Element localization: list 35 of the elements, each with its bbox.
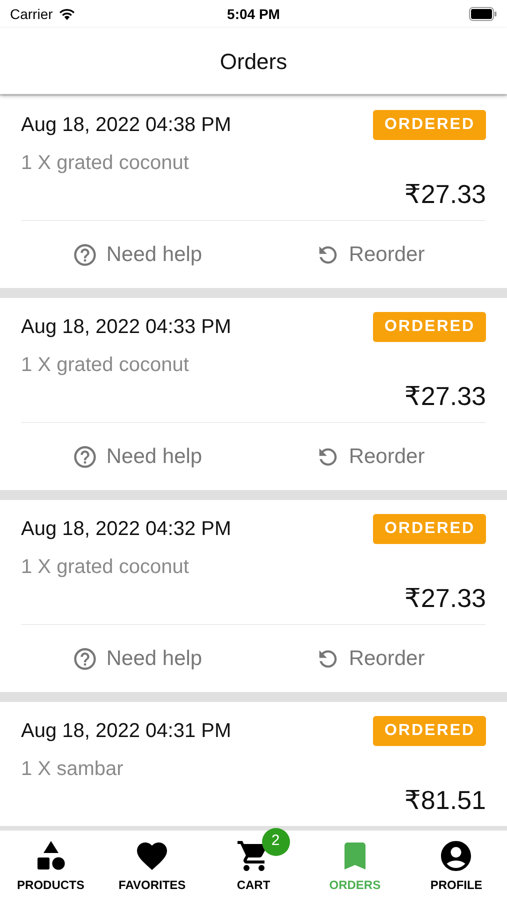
battery-icon xyxy=(468,7,497,21)
tab-item[interactable]: ORDERS xyxy=(304,831,406,900)
carrier-label: Carrier xyxy=(10,4,53,24)
status-badge: ORDERED xyxy=(373,312,486,342)
order-price: ₹27.33 xyxy=(404,582,486,614)
help-icon xyxy=(72,646,98,672)
need-help-button[interactable]: Need help xyxy=(72,440,202,472)
clock-time: 5:04 PM xyxy=(227,4,280,24)
order-price: ₹27.33 xyxy=(404,178,486,210)
status-badge: ORDERED xyxy=(373,716,486,746)
need-help-button[interactable]: Need help xyxy=(72,238,202,270)
tab-item[interactable]: PRODUCTS xyxy=(0,831,102,900)
order-date: Aug 18, 2022 04:31 PM xyxy=(21,719,232,744)
order-item: 1 X grated coconut xyxy=(21,152,189,174)
order-date: Aug 18, 2022 04:32 PM xyxy=(21,517,232,542)
tab-item[interactable]: FAVORITES xyxy=(101,831,203,900)
order-price: ₹81.51 xyxy=(404,784,486,816)
need-help-button[interactable]: Need help xyxy=(72,642,202,674)
order-date: Aug 18, 2022 04:38 PM xyxy=(21,113,232,138)
cart-count-badge: 2 xyxy=(262,828,290,856)
order-item: 1 X grated coconut xyxy=(21,556,189,578)
status-badge: ORDERED xyxy=(373,110,486,140)
page-title: Orders xyxy=(220,48,288,76)
wifi-icon xyxy=(58,7,76,21)
status-badge: ORDERED xyxy=(373,514,486,544)
help-icon xyxy=(72,242,98,268)
order-item: 1 X grated coconut xyxy=(21,354,189,376)
tab-item[interactable]: PROFILE xyxy=(406,831,507,900)
order-date: Aug 18, 2022 04:33 PM xyxy=(21,315,232,340)
reorder-button[interactable]: Reorder xyxy=(314,642,425,674)
order-item: 1 X sambar xyxy=(21,758,124,780)
help-icon xyxy=(72,444,98,470)
reorder-button[interactable]: Reorder xyxy=(314,440,425,472)
order-price: ₹27.33 xyxy=(404,380,486,412)
reorder-button[interactable]: Reorder xyxy=(314,238,425,270)
